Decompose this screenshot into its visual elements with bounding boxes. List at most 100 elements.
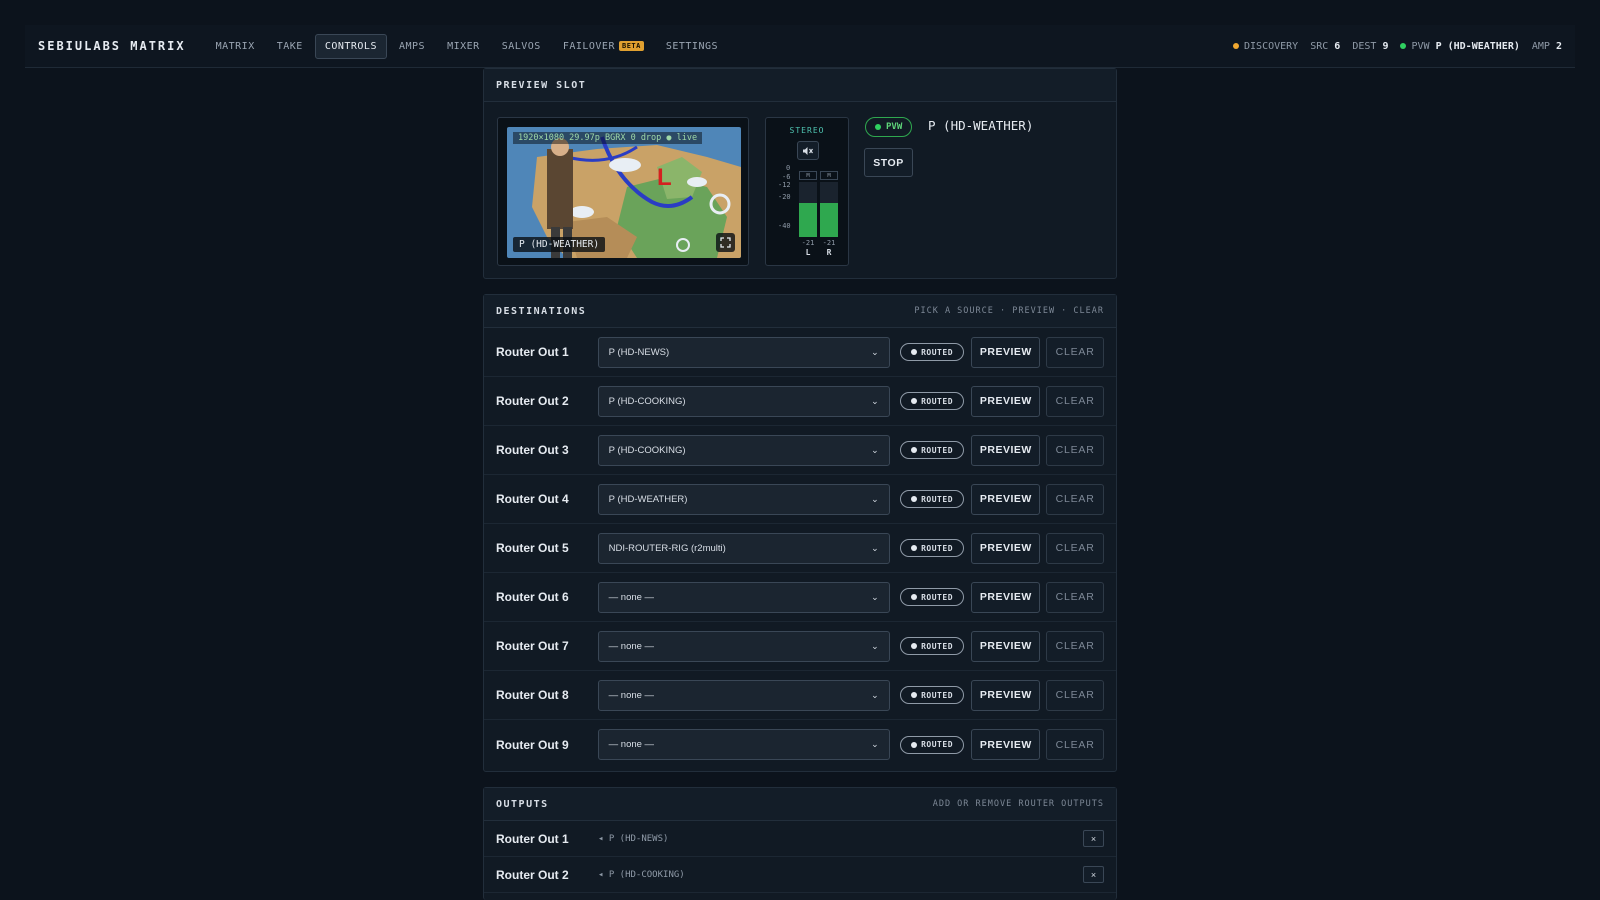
chevron-down-icon: ⌄ (871, 542, 879, 553)
preview-button[interactable]: PREVIEW (971, 532, 1041, 564)
remove-output-button[interactable]: × (1083, 830, 1104, 847)
destination-name: Router Out 4 (496, 492, 569, 506)
meter-scale-12: -12 (778, 181, 791, 189)
stop-button[interactable]: STOP (864, 148, 913, 177)
source-select[interactable]: — none — ⌄ (597, 679, 890, 711)
destination-name: Router Out 3 (496, 443, 569, 457)
nav-tab-label: MATRIX (215, 40, 255, 52)
routed-dot (911, 741, 918, 748)
source-select[interactable]: — none — ⌄ (597, 630, 890, 662)
meter-tag-left[interactable]: M (799, 171, 817, 180)
clear-button[interactable]: CLEAR (1046, 729, 1105, 760)
destination-row: Router Out 8 — none — ⌄ ROUTED PREVIEW CLEAR (484, 671, 1116, 720)
pvw-badge-dot (875, 124, 881, 130)
preview-button[interactable]: PREVIEW (971, 581, 1041, 613)
routed-dot (911, 643, 918, 649)
output-list: Router Out 1 ◂ P (HD-NEWS) × Router Out 2 ◂ … (484, 821, 1116, 893)
preview-slot-panel: PREVIEW SLOT L 1920×1080 29.97p BGRX 0 d… (483, 68, 1117, 279)
nav-tab-label: CONTROLS (324, 40, 377, 52)
nav-tab-mixer[interactable]: MIXER (437, 34, 490, 59)
chevron-down-icon: ⌄ (871, 346, 879, 357)
chevron-down-icon: ⌄ (871, 395, 879, 406)
brand-title: SEBIULABS MATRIX (38, 39, 186, 53)
src-count: SRC 6 (1310, 41, 1340, 52)
nav-tab-label: AMPS (398, 40, 426, 52)
preview-button[interactable]: PREVIEW (971, 630, 1041, 662)
preview-button[interactable]: PREVIEW (971, 385, 1041, 417)
fullscreen-icon[interactable] (716, 233, 735, 252)
nav-tab-salvos[interactable]: SALVOS (492, 34, 551, 59)
channel-left-label: L (805, 248, 811, 257)
preview-button[interactable]: PREVIEW (971, 336, 1041, 368)
nav-tab-failover[interactable]: FAILOVER BETA (553, 34, 654, 59)
preview-button[interactable]: PREVIEW (971, 679, 1041, 711)
audio-meter: STEREO 0 -6 -12 -20 -40 M M -21 -21 L R (765, 117, 849, 266)
source-select[interactable]: — none — ⌄ (597, 729, 890, 760)
clear-button[interactable]: CLEAR (1046, 630, 1105, 662)
destination-row: Router Out 5 NDI-ROUTER-RIG (r2multi) ⌄ ROU… (484, 524, 1116, 573)
nav-tab-label: MIXER (447, 40, 480, 52)
panel-header: DESTINATIONS PICK A SOURCE · PREVIEW · C… (484, 295, 1116, 328)
source-select[interactable]: P (HD-WEATHER) ⌄ (597, 483, 890, 515)
clear-button[interactable]: CLEAR (1046, 434, 1105, 466)
meter-tag-right[interactable]: M (820, 171, 838, 180)
meter-bar-right (820, 182, 838, 237)
nav-tab-amps[interactable]: AMPS (389, 34, 435, 59)
clear-button[interactable]: CLEAR (1046, 385, 1105, 417)
chevron-down-icon: ⌄ (871, 444, 879, 455)
panel-hint: ADD OR REMOVE ROUTER OUTPUTS (932, 799, 1104, 809)
preview-button[interactable]: PREVIEW (971, 729, 1041, 760)
source-select-value: P (HD-COOKING) (608, 444, 686, 456)
clear-button[interactable]: CLEAR (1046, 336, 1105, 368)
preview-button[interactable]: PREVIEW (971, 483, 1041, 515)
source-select-value: — none — (608, 640, 655, 652)
destination-row: Router Out 6 — none — ⌄ ROUTED PREVIEW CLEAR (484, 573, 1116, 622)
routed-label: ROUTED (921, 543, 954, 553)
nav-tab-matrix[interactable]: MATRIX (206, 34, 265, 59)
destination-row: Router Out 7 — none — ⌄ ROUTED PREVIEW CLEAR (484, 622, 1116, 671)
destination-name: Router Out 7 (496, 639, 569, 653)
source-select[interactable]: NDI-ROUTER-RIG (r2multi) ⌄ (597, 532, 890, 564)
nav-tab-label: FAILOVER (562, 40, 615, 52)
nav-tab-settings[interactable]: SETTINGS (656, 34, 728, 59)
routed-badge: ROUTED (899, 637, 965, 655)
source-select-value: — none — (608, 689, 655, 701)
source-select-value: P (HD-COOKING) (608, 395, 686, 407)
routed-dot (911, 692, 918, 698)
routed-label: ROUTED (921, 740, 954, 749)
output-source: ◂ P (HD-NEWS) (598, 833, 669, 844)
outputs-panel: OUTPUTS ADD OR REMOVE ROUTER OUTPUTS Rou… (483, 787, 1117, 900)
chevron-down-icon: ⌄ (871, 493, 879, 504)
nav-tab-label: SALVOS (501, 40, 541, 52)
source-select[interactable]: P (HD-COOKING) ⌄ (597, 385, 890, 417)
nav-tab-take[interactable]: TAKE (267, 34, 313, 59)
svg-text:L: L (657, 164, 672, 191)
meter-scale-0: 0 (786, 164, 791, 172)
destination-name: Router Out 2 (496, 394, 569, 408)
source-select[interactable]: P (HD-COOKING) ⌄ (597, 434, 890, 466)
dest-label: DEST (1352, 40, 1377, 52)
source-select[interactable]: P (HD-NEWS) ⌄ (597, 336, 890, 368)
clear-button[interactable]: CLEAR (1046, 581, 1105, 613)
destination-row: Router Out 9 — none — ⌄ ROUTED PREVIEW CLEAR (484, 720, 1116, 769)
destination-row: Router Out 2 P (HD-COOKING) ⌄ ROUTED PREVIEW… (484, 377, 1116, 426)
chevron-down-icon: ⌄ (871, 739, 879, 749)
nav-tab-controls[interactable]: CONTROLS (314, 33, 387, 59)
routed-label: ROUTED (921, 641, 954, 651)
preview-button[interactable]: PREVIEW (971, 434, 1041, 466)
clear-button[interactable]: CLEAR (1046, 532, 1105, 564)
video-preview[interactable]: L 1920×1080 29.97p BGRX 0 drop ● live P … (507, 127, 741, 258)
speaker-mute-icon[interactable] (797, 141, 819, 160)
pvw-label: PVW (1411, 40, 1430, 52)
pvw-badge: PVW (865, 117, 913, 137)
pvw-status: PVW P (HD-WEATHER) (1400, 40, 1520, 52)
source-select[interactable]: — none — ⌄ (597, 581, 890, 613)
output-name: Router Out 2 (496, 867, 569, 882)
destination-row: Router Out 1 P (HD-NEWS) ⌄ ROUTED PREVIEW CLE… (484, 328, 1116, 377)
routed-label: ROUTED (921, 445, 954, 455)
meter-scale-6: -6 (782, 173, 791, 181)
destination-name: Router Out 6 (496, 590, 569, 604)
remove-output-button[interactable]: × (1083, 866, 1104, 883)
clear-button[interactable]: CLEAR (1046, 679, 1105, 711)
clear-button[interactable]: CLEAR (1046, 483, 1105, 515)
